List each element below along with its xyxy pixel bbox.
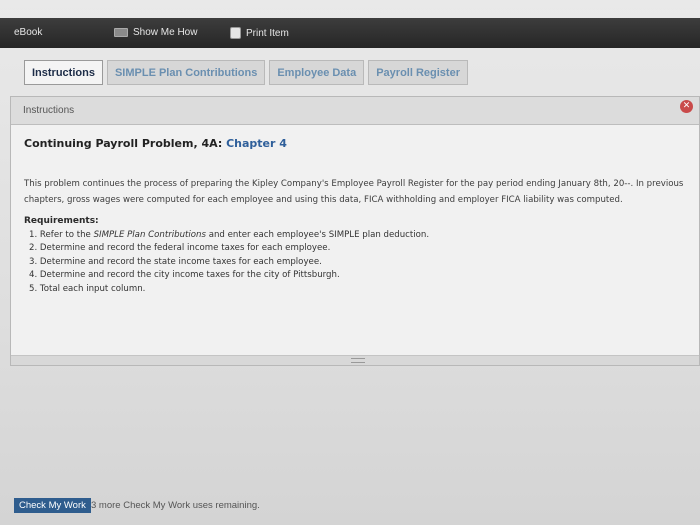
panel-title: Instructions: [11, 97, 699, 125]
tab-bar: Instructions SIMPLE Plan Contributions E…: [24, 60, 468, 85]
problem-title-text: Continuing Payroll Problem, 4A:: [24, 137, 223, 150]
requirement-item: 5. Total each input column.: [29, 283, 146, 294]
check-my-work-button[interactable]: Check My Work: [14, 498, 91, 513]
print-item-label: Print Item: [246, 27, 289, 39]
close-icon[interactable]: ✕: [680, 100, 693, 113]
requirements-list: 1. Refer to the SIMPLE Plan Contribution…: [24, 229, 686, 296]
show-me-how-label: Show Me How: [133, 27, 198, 38]
chapter-label: Chapter 4: [226, 137, 287, 150]
panel-content: Continuing Payroll Problem, 4A: Chapter …: [11, 125, 699, 296]
tab-simple-plan-contributions[interactable]: SIMPLE Plan Contributions: [106, 60, 266, 85]
print-item-button[interactable]: Print Item: [230, 27, 289, 39]
book-icon: [114, 28, 128, 37]
problem-title: Continuing Payroll Problem, 4A: Chapter …: [24, 137, 686, 150]
requirement-item: 1. Refer to the SIMPLE Plan Contribution…: [29, 230, 430, 240]
print-icon: [230, 27, 241, 39]
requirement-item: 4. Determine and record the city income …: [29, 270, 340, 281]
ebook-link[interactable]: eBook: [14, 27, 42, 38]
problem-description: This problem continues the process of pr…: [24, 179, 684, 205]
requirements-heading: Requirements:: [24, 216, 99, 226]
tab-instructions[interactable]: Instructions: [24, 60, 103, 85]
tab-payroll-register[interactable]: Payroll Register: [368, 60, 468, 85]
resize-grip-icon[interactable]: [351, 358, 365, 363]
ebook-label: eBook: [14, 27, 43, 38]
tab-employee-data[interactable]: Employee Data: [269, 60, 365, 85]
check-remaining-text: 3 more Check My Work uses remaining.: [91, 500, 260, 511]
top-toolbar: eBook Show Me How Print Item: [0, 18, 700, 48]
instructions-panel: Instructions ✕ Continuing Payroll Proble…: [10, 96, 700, 366]
requirement-item: 2. Determine and record the federal inco…: [29, 243, 331, 254]
show-me-how-button[interactable]: Show Me How: [114, 27, 197, 38]
requirement-item: 3. Determine and record the state income…: [29, 256, 322, 267]
panel-resize-bar[interactable]: [11, 355, 699, 365]
